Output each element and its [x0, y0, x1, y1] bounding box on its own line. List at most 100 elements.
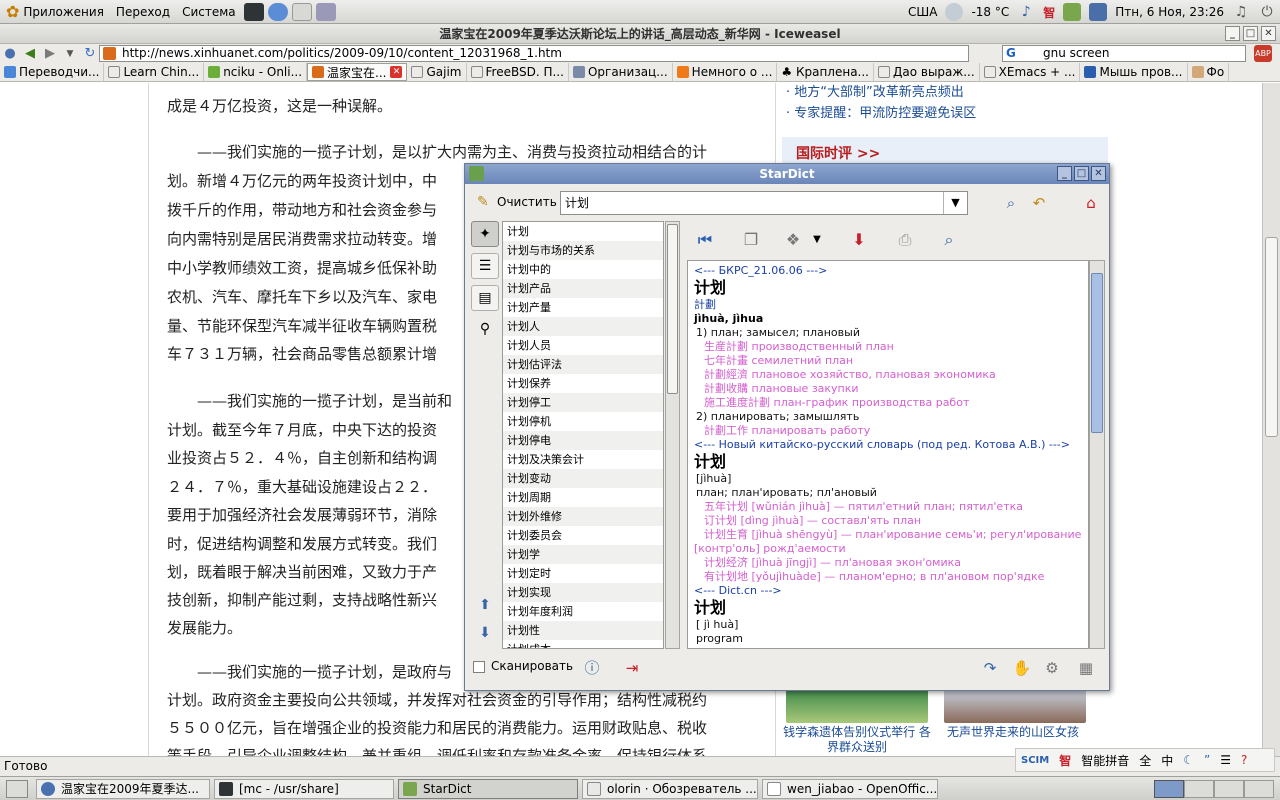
definition-scroll-thumb[interactable] — [1091, 273, 1103, 433]
layout-icon[interactable]: ▦ — [1075, 657, 1097, 679]
list-item[interactable]: 计划保养 — [503, 374, 663, 393]
list-item[interactable]: 计划定时 — [503, 564, 663, 583]
word-list-scroll-thumb[interactable] — [667, 224, 678, 394]
ime-width-toggle[interactable]: 全 — [1139, 752, 1151, 769]
music-note-icon[interactable]: ♪ — [1017, 3, 1035, 21]
bookmark-item[interactable]: XEmacs + ... — [980, 63, 1081, 81]
ime-lang-toggle[interactable]: 中 — [1161, 752, 1173, 769]
full-text-search-icon[interactable]: ⚲ — [471, 317, 499, 343]
chevron-down-icon[interactable]: ▼ — [805, 228, 829, 252]
workspace-1[interactable] — [1154, 780, 1184, 798]
workspace-3[interactable] — [1214, 780, 1244, 798]
close-icon[interactable]: ✕ — [1261, 26, 1276, 41]
search-engine-icon[interactable]: G — [1006, 46, 1016, 61]
menu-icon[interactable]: ☰ — [1220, 753, 1231, 767]
list-item[interactable]: 计划及决策会计 — [503, 450, 663, 469]
page-scroll-thumb[interactable] — [1265, 237, 1278, 437]
redo-icon[interactable]: ↷ — [979, 657, 1001, 679]
bookmark-item[interactable]: FreeBSD. П... — [467, 63, 569, 81]
system-menu[interactable]: Система — [176, 0, 242, 24]
list-item[interactable]: 计划产品 — [503, 279, 663, 298]
info-icon[interactable]: ⓘ — [581, 657, 603, 679]
help-icon[interactable]: ? — [1241, 753, 1247, 767]
maximize-icon[interactable]: □ — [1074, 166, 1089, 181]
scan-checkbox[interactable] — [473, 661, 485, 673]
manage-dicts-icon[interactable]: ✋ — [1011, 657, 1033, 679]
news-photo[interactable] — [944, 689, 1086, 723]
keyboard-layout[interactable]: США — [908, 5, 937, 19]
list-item[interactable]: 计划实现 — [503, 583, 663, 602]
url-input[interactable]: http://news.xinhuanet.com/politics/2009-… — [99, 45, 969, 62]
chevron-down-icon[interactable]: ▼ — [943, 192, 967, 214]
photo-caption[interactable]: 钱学森遗体告别仪式举行 各界群众送别 — [782, 725, 932, 755]
list-item[interactable]: 计划人员 — [503, 336, 663, 355]
query-input[interactable]: 计划 ▼ — [560, 191, 968, 215]
bookmark-item[interactable]: Learn Chin... — [104, 63, 205, 81]
page-scrollbar[interactable] — [1262, 83, 1280, 756]
adblock-icon[interactable]: ABP — [1254, 45, 1272, 62]
bookmark-item[interactable]: Фо — [1188, 63, 1230, 81]
workspace-switcher[interactable] — [1154, 780, 1274, 798]
task-button[interactable]: [mc - /usr/share] — [214, 778, 394, 799]
list-item[interactable]: 计划停电 — [503, 431, 663, 450]
stardict-titlebar[interactable]: StarDict _ □ ✕ — [465, 164, 1109, 184]
history-dropdown-icon[interactable]: ▼ — [60, 46, 80, 62]
scan-label[interactable]: Сканировать — [491, 659, 573, 673]
ime-tray-icon[interactable]: 智 — [1043, 4, 1055, 21]
close-tab-icon[interactable]: ✕ — [390, 66, 403, 78]
pronounce-icon[interactable]: ❖ — [781, 228, 805, 252]
search-icon[interactable]: ⌕ — [1001, 193, 1021, 213]
show-desktop-icon[interactable] — [6, 779, 28, 798]
word-list-mode-icon[interactable]: ✦ — [471, 221, 499, 247]
list-item[interactable]: 计划中的 — [503, 260, 663, 279]
network-launcher-icon[interactable] — [315, 2, 336, 21]
workspace-2[interactable] — [1184, 780, 1214, 798]
maximize-icon[interactable]: □ — [1243, 26, 1258, 41]
photo-caption[interactable]: 无声世界走来的山区女孩 — [938, 725, 1088, 740]
moon-icon[interactable]: ☾ — [1183, 753, 1194, 767]
volume-icon[interactable]: ♫ — [1232, 3, 1250, 21]
search-in-text-icon[interactable]: ⌕ — [937, 228, 961, 252]
stardict-tray-icon[interactable] — [1063, 3, 1082, 21]
task-button[interactable]: olorin · Обозреватель ... — [582, 778, 758, 799]
bookmark-item[interactable]: Немного о ... — [673, 63, 778, 81]
reload-icon[interactable]: ↻ — [80, 46, 100, 62]
back-arrow-icon[interactable]: ◀ — [20, 46, 40, 62]
arrow-down-icon[interactable]: ⬇ — [471, 621, 499, 647]
minimize-icon[interactable]: _ — [1057, 166, 1072, 181]
list-item[interactable]: 计划产量 — [503, 298, 663, 317]
task-button-active[interactable]: StarDict — [398, 778, 578, 799]
tree-mode-icon[interactable]: ▤ — [471, 285, 499, 311]
list-item[interactable]: 计划变动 — [503, 469, 663, 488]
list-item[interactable]: 计划停机 — [503, 412, 663, 431]
search-input[interactable]: G gnu screen — [1002, 45, 1246, 62]
list-item[interactable]: 计划估评法 — [503, 355, 663, 374]
list-item[interactable]: 计划学 — [503, 545, 663, 564]
news-photo[interactable] — [786, 689, 928, 723]
punctuation-icon[interactable]: ” — [1204, 753, 1210, 767]
preferences-icon[interactable]: ⚙ — [1041, 657, 1063, 679]
home-icon[interactable]: ⌂ — [1081, 193, 1101, 213]
word-list-scrollbar[interactable] — [665, 221, 680, 649]
mail-launcher-icon[interactable] — [291, 2, 312, 21]
news-link[interactable]: · 专家提醒：甲流防控要避免误区 — [786, 102, 976, 121]
list-item[interactable]: 计划 — [503, 222, 663, 241]
terminal-launcher-icon[interactable] — [243, 2, 264, 21]
bookmark-item[interactable]: Переводчи... — [0, 63, 105, 81]
list-item[interactable]: 计划年度利润 — [503, 602, 663, 621]
save-icon[interactable]: ⬇ — [847, 228, 871, 252]
list-item[interactable]: 计划人 — [503, 317, 663, 336]
copy-icon[interactable]: ❐ — [739, 228, 763, 252]
bookmark-item[interactable]: Gajim — [407, 63, 467, 81]
list-item[interactable]: 计划委员会 — [503, 526, 663, 545]
result-list-mode-icon[interactable]: ☰ — [471, 253, 499, 279]
bookmark-item[interactable]: Дао выраж... — [874, 63, 980, 81]
workspace-4[interactable] — [1244, 780, 1274, 798]
ime-engine-label[interactable]: 智能拼音 — [1081, 752, 1129, 769]
power-icon[interactable]: ⏻ — [1258, 3, 1276, 21]
definition-view[interactable]: <--- БКРС_21.06.06 ---> 计划 計劃 jìhuà, jìhua… — [687, 260, 1089, 649]
bookmark-item[interactable]: nciku - Onli... — [204, 63, 308, 81]
list-item[interactable]: 计划停工 — [503, 393, 663, 412]
forward-arrow-icon[interactable]: ▶ — [40, 46, 60, 62]
list-item[interactable]: 计划周期 — [503, 488, 663, 507]
